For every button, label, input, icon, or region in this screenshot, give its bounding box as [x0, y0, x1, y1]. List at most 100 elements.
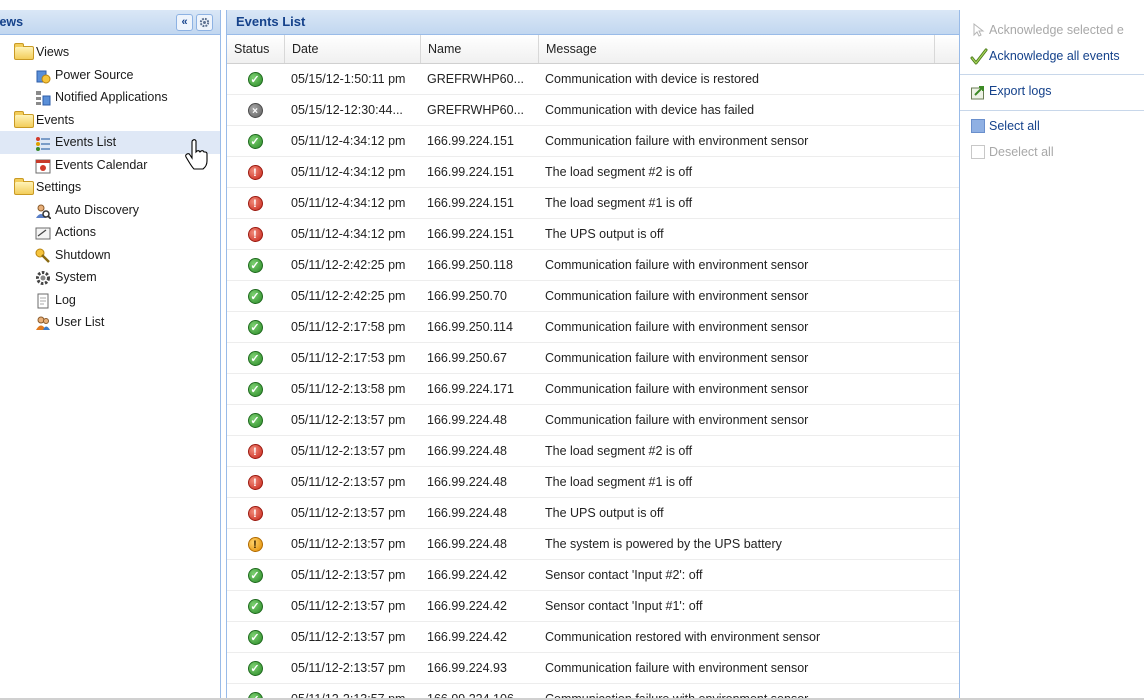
message-cell: The UPS output is off: [545, 227, 664, 241]
tree-item-log[interactable]: Log: [0, 289, 220, 312]
gear-icon: [35, 270, 51, 285]
status-ok-icon: ✓: [247, 382, 263, 397]
table-row[interactable]: ! 05/11/12-4:34:12 pm 166.99.224.151 The lo…: [227, 188, 959, 219]
name-cell: 166.99.224.48: [427, 413, 507, 427]
message-cell: The UPS output is off: [545, 506, 664, 520]
table-row[interactable]: ✓ 05/11/12-2:42:25 pm 166.99.250.118 Commun…: [227, 250, 959, 281]
table-row[interactable]: ✓ 05/11/12-2:42:25 pm 166.99.250.70 Communi…: [227, 281, 959, 312]
status-cell: ✓: [227, 374, 283, 404]
tree-item-settings[interactable]: Settings: [0, 176, 220, 199]
table-row[interactable]: ! 05/11/12-4:34:12 pm 166.99.224.151 The lo…: [227, 157, 959, 188]
table-row[interactable]: ! 05/11/12-2:13:57 pm 166.99.224.48 The UPS…: [227, 498, 959, 529]
table-row[interactable]: ✓ 05/11/12-2:13:57 pm 166.99.224.48 Communi…: [227, 405, 959, 436]
column-header-date[interactable]: Date: [285, 35, 421, 63]
name-cell: 166.99.250.70: [427, 289, 507, 303]
views-panel: iews « Views Power Source Notified Applica…: [0, 10, 221, 698]
tree-item-shutdown[interactable]: Shutdown: [0, 244, 220, 267]
date-cell: 05/11/12-2:13:57 pm: [291, 475, 406, 489]
status-cell: ✓: [227, 281, 283, 311]
table-row[interactable]: × 05/15/12-12:30:44... GREFRWHP60... Commun…: [227, 95, 959, 126]
table-row[interactable]: ✓ 05/11/12-4:34:12 pm 166.99.224.151 Commun…: [227, 126, 959, 157]
status-ok-icon: ✓: [247, 599, 263, 614]
events-list-header: Events List: [227, 10, 959, 35]
name-cell: 166.99.224.48: [427, 506, 507, 520]
tree-item-label: Events List: [55, 135, 117, 149]
table-row[interactable]: ✓ 05/11/12-2:17:58 pm 166.99.250.114 Commun…: [227, 312, 959, 343]
acknowledge-all-button[interactable]: Acknowledge all events: [970, 48, 1120, 65]
views-panel-header: iews «: [0, 10, 220, 35]
acknowledge-selected-button[interactable]: Acknowledge selected e: [970, 22, 1124, 38]
events-list-panel: Events List Status Date Name Message ✓ 05…: [226, 10, 960, 698]
table-row[interactable]: ✓ 05/11/12-2:13:57 pm 166.99.224.42 Communi…: [227, 622, 959, 653]
notified-applications-icon: [35, 90, 51, 106]
tree-item-auto-discovery[interactable]: Auto Discovery: [0, 199, 220, 222]
select-all-button[interactable]: Select all: [970, 118, 1040, 134]
message-cell: The load segment #2 is off: [545, 444, 693, 458]
events-list-icon: [35, 135, 51, 151]
status-alarm-icon: !: [247, 475, 263, 490]
table-row[interactable]: ! 05/11/12-2:13:57 pm 166.99.224.48 The loa…: [227, 436, 959, 467]
window-top-edge: [0, 0, 1144, 10]
status-warning-icon: !: [247, 537, 263, 552]
message-cell: Communication failure with environment s…: [545, 258, 809, 272]
message-cell: Communication failure with environment s…: [545, 289, 809, 303]
status-ok-icon: ✓: [247, 630, 263, 645]
checkmark-icon: [970, 48, 988, 65]
message-cell: Communication with device is restored: [545, 72, 759, 86]
column-header-name[interactable]: Name: [421, 35, 539, 63]
table-row[interactable]: ✓ 05/15/12-1:50:11 pm GREFRWHP60... Communi…: [227, 64, 959, 95]
message-cell: The load segment #1 is off: [545, 475, 693, 489]
status-alarm-icon: !: [247, 506, 263, 521]
message-cell: Sensor contact 'Input #2': off: [545, 568, 703, 582]
collapse-panel-button[interactable]: «: [176, 14, 193, 31]
deselect-all-button[interactable]: Deselect all: [970, 144, 1054, 160]
shutdown-icon: [35, 248, 51, 263]
name-cell: 166.99.250.67: [427, 351, 507, 365]
table-row[interactable]: ✓ 05/11/12-2:13:57 pm 166.99.224.106 Commun…: [227, 684, 959, 698]
status-cell: ✓: [227, 591, 283, 621]
tree-item-power-source[interactable]: Power Source: [0, 64, 220, 87]
table-row[interactable]: ✓ 05/11/12-2:13:57 pm 166.99.224.42 Sensor …: [227, 591, 959, 622]
table-row[interactable]: ! 05/11/12-2:13:57 pm 166.99.224.48 The loa…: [227, 467, 959, 498]
tree-item-views[interactable]: Views: [0, 41, 220, 64]
status-cell: ✓: [227, 126, 283, 156]
column-header-status[interactable]: Status: [227, 35, 285, 63]
table-row[interactable]: ! 05/11/12-4:34:12 pm 166.99.224.151 The UP…: [227, 219, 959, 250]
tree-item-events[interactable]: Events: [0, 109, 220, 132]
status-ok-icon: ✓: [247, 351, 263, 366]
events-grid-header: Status Date Name Message: [227, 35, 959, 64]
date-cell: 05/11/12-4:34:12 pm: [291, 196, 406, 210]
table-row[interactable]: ✓ 05/11/12-2:13:57 pm 166.99.224.42 Sensor …: [227, 560, 959, 591]
tree-item-label: Shutdown: [55, 247, 111, 262]
column-header-message[interactable]: Message: [539, 35, 935, 63]
table-row[interactable]: ✓ 05/11/12-2:13:57 pm 166.99.224.93 Communi…: [227, 653, 959, 684]
table-row[interactable]: ✓ 05/11/12-2:13:58 pm 166.99.224.171 Commun…: [227, 374, 959, 405]
tree-item-system[interactable]: System: [0, 266, 220, 289]
tree-item-label: Events Calendar: [55, 157, 148, 172]
name-cell: 166.99.224.42: [427, 568, 507, 582]
select-all-label: Select all: [989, 119, 1040, 133]
actions-divider: [960, 74, 1144, 75]
tree-item-notified-applications[interactable]: Notified Applications: [0, 86, 220, 109]
panel-settings-button[interactable]: [196, 14, 213, 31]
gear-icon: [199, 17, 210, 28]
message-cell: Communication failure with environment s…: [545, 382, 809, 396]
actions-icon: [35, 225, 51, 240]
tree-item-user-list[interactable]: User List: [0, 311, 220, 334]
date-cell: 05/15/12-1:50:11 pm: [291, 72, 406, 86]
tree-item-label: User List: [55, 315, 105, 329]
export-logs-button[interactable]: Export logs: [970, 83, 1052, 100]
status-cell: ✓: [227, 653, 283, 683]
status-cell: !: [227, 529, 283, 559]
table-row[interactable]: ✓ 05/11/12-2:17:53 pm 166.99.250.67 Communi…: [227, 343, 959, 374]
status-alarm-icon: !: [247, 196, 263, 211]
table-row[interactable]: ! 05/11/12-2:13:57 pm 166.99.224.48 The sys…: [227, 529, 959, 560]
log-icon: [35, 293, 51, 308]
status-cell: !: [227, 188, 283, 218]
status-cell: !: [227, 219, 283, 249]
tree-item-actions[interactable]: Actions: [0, 221, 220, 244]
status-ok-icon: ✓: [247, 413, 263, 428]
deselect-all-icon: [970, 144, 986, 160]
status-cell: !: [227, 467, 283, 497]
message-cell: The load segment #1 is off: [545, 196, 693, 210]
